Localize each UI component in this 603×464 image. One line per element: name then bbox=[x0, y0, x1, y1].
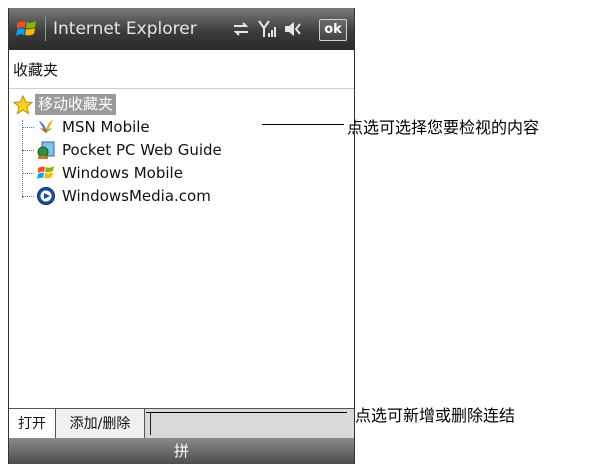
tab-divider bbox=[150, 413, 151, 435]
favorites-header: 收藏夹 bbox=[9, 50, 354, 89]
ok-button[interactable]: ok bbox=[319, 19, 347, 41]
device-screen: Internet Explorer ok 收藏夹 移动收藏夹 MSN Mobil… bbox=[8, 8, 355, 464]
favorites-tree: 移动收藏夹 MSN Mobile Pocket PC Web Guide Win… bbox=[9, 90, 354, 408]
tree-item-label: Windows Mobile bbox=[62, 164, 183, 182]
windows-flag-icon bbox=[37, 166, 54, 179]
tab-callout-line bbox=[146, 412, 347, 413]
tab-open[interactable]: 打开 bbox=[9, 409, 56, 439]
favorites-label: 收藏夹 bbox=[13, 61, 59, 79]
msn-butterfly-icon bbox=[39, 120, 53, 133]
tree-item-label: Pocket PC Web Guide bbox=[62, 141, 222, 159]
windows-media-icon bbox=[37, 187, 55, 205]
tree-item-label: WindowsMedia.com bbox=[62, 187, 211, 205]
tree-callout-line bbox=[262, 124, 344, 125]
input-panel-button[interactable]: 拼 bbox=[159, 440, 204, 462]
app-title: Internet Explorer bbox=[53, 19, 197, 39]
tab-callout-text: 点选可新增或删除连结 bbox=[355, 406, 516, 425]
tree-connector bbox=[22, 120, 23, 198]
tab-add-delete[interactable]: 添加/删除 bbox=[56, 409, 145, 439]
web-guide-globe-icon bbox=[37, 141, 55, 159]
tree-root-label: 移动收藏夹 bbox=[35, 94, 117, 115]
speaker-volume-icon[interactable] bbox=[283, 18, 303, 40]
connectivity-arrows-icon[interactable] bbox=[231, 18, 251, 40]
tree-item-label: MSN Mobile bbox=[62, 118, 150, 136]
windows-start-flag-icon[interactable] bbox=[15, 17, 39, 41]
star-icon bbox=[13, 95, 33, 115]
softkey-bar: 拼 bbox=[9, 438, 354, 464]
title-bar: Internet Explorer ok bbox=[9, 8, 354, 50]
signal-strength-icon[interactable] bbox=[257, 18, 277, 40]
tree-callout-text: 点选可选择您要检视的内容 bbox=[347, 118, 540, 137]
title-separator bbox=[45, 17, 46, 41]
